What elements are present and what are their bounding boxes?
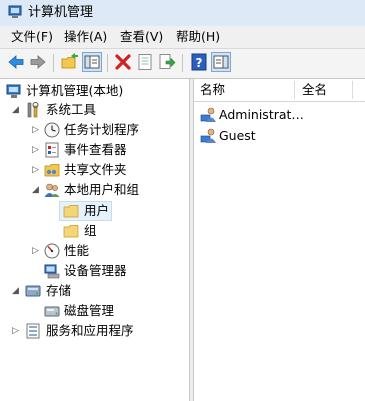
tree-item-storage[interactable]: ◢ 存储: [0, 281, 189, 301]
tree-item-label: 事件查看器: [64, 142, 127, 157]
user-icon: [200, 127, 217, 144]
tree-item-performance[interactable]: ▷ 性能: [0, 241, 189, 261]
menu-view[interactable]: 查看(V): [120, 29, 163, 45]
device-manager-icon: [43, 262, 61, 280]
disk-management-icon: [43, 302, 61, 320]
column-divider[interactable]: [352, 81, 353, 99]
expanded-arrow-icon[interactable]: ◢: [12, 285, 21, 297]
expanded-arrow-icon[interactable]: ◢: [12, 104, 21, 116]
tree-item-users[interactable]: 用户: [0, 201, 189, 221]
shared-folder-icon: [43, 161, 61, 179]
menu-action[interactable]: 操作(A): [64, 29, 107, 45]
services-icon: [24, 322, 42, 340]
tree-item-label: 计算机管理(本地): [26, 83, 124, 98]
tree-item-shared-folders[interactable]: ▷ 共享文件夹: [0, 160, 189, 180]
window-title: 计算机管理: [28, 5, 94, 20]
tree-item-services-and-applications[interactable]: ▷ 服务和应用程序: [0, 321, 189, 341]
tree-item-event-viewer[interactable]: ▷ 事件查看器: [0, 140, 189, 160]
tree-pane-icon: [84, 55, 100, 69]
collapsed-arrow-icon[interactable]: ▷: [32, 124, 41, 136]
tree-item-label: 组: [84, 223, 97, 238]
expanded-arrow-icon[interactable]: ◢: [32, 184, 41, 196]
column-header-name[interactable]: 名称: [200, 83, 225, 97]
collapsed-arrow-icon[interactable]: ▷: [32, 164, 41, 176]
menu-file[interactable]: 文件(F): [11, 29, 53, 45]
column-divider[interactable]: [294, 81, 295, 99]
help-button[interactable]: ?: [189, 52, 209, 72]
tree-item-label: 设备管理器: [64, 263, 127, 278]
folder-up-icon: [61, 53, 78, 69]
tree-item-label: 性能: [64, 243, 90, 258]
export-icon: [159, 54, 176, 69]
column-header-bar: 名称 全名: [194, 79, 365, 102]
storage-icon: [24, 282, 42, 300]
users-group-icon: [43, 181, 61, 199]
svg-text:?: ?: [196, 56, 203, 70]
left-arrow-icon: [8, 55, 24, 69]
up-level-button[interactable]: [60, 52, 80, 72]
navigation-tree: 计算机管理(本地) ◢ 系统工具 ▷ 任务计划程序 ▷ 事件查看器 ▷ 共享文件…: [0, 79, 189, 401]
folder-icon: [62, 202, 80, 220]
title-bar: 计算机管理: [0, 0, 365, 26]
properties-button[interactable]: [135, 52, 155, 72]
toolbar: ?: [0, 49, 365, 79]
event-log-icon: [43, 141, 61, 159]
tree-item-groups[interactable]: 组: [0, 221, 189, 241]
red-x-icon: [115, 54, 131, 70]
folder-icon: [62, 222, 80, 240]
users-list-view: 名称 全名 Administrat… Guest: [194, 79, 365, 401]
collapsed-arrow-icon[interactable]: ▷: [32, 245, 41, 257]
menu-help[interactable]: 帮助(H): [176, 29, 220, 45]
tree-item-disk-management[interactable]: 磁盘管理: [0, 301, 189, 321]
export-list-button[interactable]: [157, 52, 177, 72]
show-hide-tree-button[interactable]: [82, 52, 102, 72]
action-pane-icon: [213, 55, 229, 69]
toolbar-separator: [182, 54, 183, 72]
menu-bar: 文件(F) 操作(A) 查看(V) 帮助(H): [0, 26, 365, 49]
column-header-fullname[interactable]: 全名: [302, 83, 327, 97]
properties-icon: [138, 54, 152, 70]
tree-item-label: 共享文件夹: [64, 162, 127, 177]
computer-management-window: 计算机管理 文件(F) 操作(A) 查看(V) 帮助(H) ? 计算机管理(本地…: [0, 0, 365, 401]
tree-item-label: 本地用户和组: [64, 182, 140, 197]
tree-item-local-users-and-groups[interactable]: ◢ 本地用户和组: [0, 180, 189, 200]
tree-item-label: 用户: [84, 203, 110, 218]
back-button[interactable]: [6, 52, 26, 72]
user-icon: [200, 106, 217, 123]
user-name: Administrat…: [219, 107, 304, 122]
performance-gauge-icon: [43, 242, 61, 260]
list-row-guest[interactable]: Guest: [194, 125, 365, 146]
forward-button[interactable]: [28, 52, 48, 72]
tree-item-task-scheduler[interactable]: ▷ 任务计划程序: [0, 120, 189, 140]
help-icon: ?: [191, 53, 207, 71]
collapsed-arrow-icon[interactable]: ▷: [32, 144, 41, 156]
right-arrow-icon: [30, 55, 46, 69]
tree-item-system-tools[interactable]: ◢ 系统工具: [0, 100, 189, 120]
collapsed-arrow-icon[interactable]: ▷: [12, 325, 21, 337]
tree-item-label: 系统工具: [46, 102, 97, 117]
user-name: Guest: [219, 128, 256, 143]
tree-item-device-manager[interactable]: 设备管理器: [0, 261, 189, 281]
tree-item-label: 存储: [46, 283, 72, 298]
tree-item-computer-management[interactable]: 计算机管理(本地): [0, 81, 189, 101]
toolbar-separator: [107, 54, 108, 72]
computer-management-icon: [5, 82, 23, 100]
tree-item-label: 服务和应用程序: [46, 323, 134, 338]
list-row-administrator[interactable]: Administrat…: [194, 104, 365, 125]
tree-item-label: 任务计划程序: [64, 122, 140, 137]
toolbar-separator: [53, 54, 54, 72]
tools-icon: [24, 101, 42, 119]
show-action-pane-button[interactable]: [211, 52, 231, 72]
clock-icon: [43, 121, 61, 139]
tree-item-label: 磁盘管理: [64, 303, 115, 318]
delete-button[interactable]: [113, 52, 133, 72]
computer-management-icon: [8, 5, 22, 19]
